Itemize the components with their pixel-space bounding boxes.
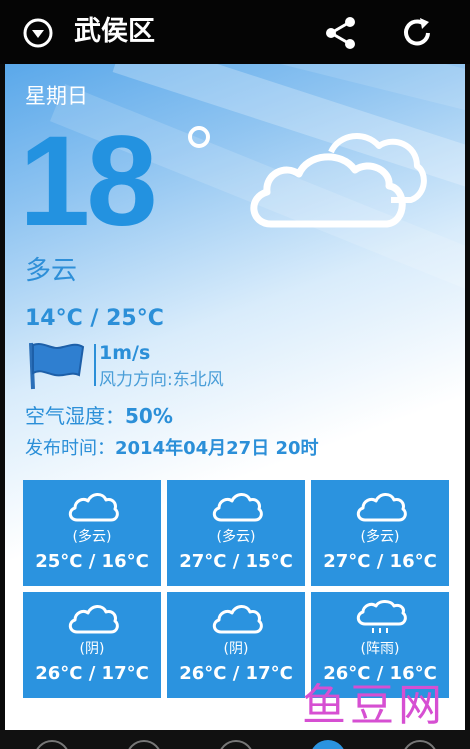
wind-speed: 1m/s [99,342,151,364]
city-name[interactable]: 武侯区 [74,14,155,50]
cloud-icon [23,600,161,636]
wind-divider [94,344,96,386]
forecast-condition: (阵雨) [360,641,400,657]
humidity-value: 50% [125,404,173,428]
weather-panel: 星期日 18 多云 14°C / 25°C 1m/s 风力方向:东北风 空气湿度… [5,64,465,730]
forecast-range: 27°C / 15°C [179,551,293,572]
top-bar: 武侯区 [0,0,470,64]
publish-label: 发布时间： [25,438,115,459]
forecast-condition: (阴) [79,641,105,657]
forecast-range: 27°C / 16°C [323,551,437,572]
forecast-day[interactable]: (阴) 26°C / 17°C [23,592,161,698]
publish-time: 发布时间：2014年04月27日 20时 [25,436,319,462]
share-icon[interactable] [322,14,360,52]
wind-flag-icon [23,339,87,395]
forecast-condition: (多云) [216,529,256,545]
cloud-icon [241,124,431,238]
cloud-icon [167,488,305,524]
forecast-range: 26°C / 17°C [35,663,149,684]
current-temperature: 18 [19,110,157,253]
degree-symbol [188,126,210,148]
watermark: 鱼豆网 [302,680,446,731]
humidity: 空气湿度：50% [25,402,173,430]
forecast-day[interactable]: (多云) 27°C / 15°C [167,480,305,586]
forecast-day[interactable]: (阴) 26°C / 17°C [167,592,305,698]
publish-value: 2014年04月27日 20时 [115,438,319,459]
forecast-day[interactable]: (多云) 25°C / 16°C [23,480,161,586]
weekday: 星期日 [25,84,88,108]
forecast-condition: (多云) [360,529,400,545]
refresh-icon[interactable] [398,14,436,52]
forecast-grid: (多云) 25°C / 16°C (多云) 27°C / 15°C (多云) 2… [23,480,449,700]
temperature-range: 14°C / 25°C [25,306,164,331]
forecast-condition: (多云) [72,529,112,545]
wind-direction: 风力方向:东北风 [99,370,224,390]
forecast-range: 26°C / 17°C [179,663,293,684]
rain-cloud-icon [311,600,449,636]
location-dropdown-icon[interactable] [22,17,54,49]
cloud-icon [23,488,161,524]
cloud-icon [311,488,449,524]
forecast-range: 25°C / 16°C [35,551,149,572]
forecast-day[interactable]: (多云) 27°C / 16°C [311,480,449,586]
cloud-icon [167,600,305,636]
current-condition: 多云 [25,256,78,286]
humidity-label: 空气湿度： [25,404,125,428]
forecast-condition: (阴) [223,641,249,657]
